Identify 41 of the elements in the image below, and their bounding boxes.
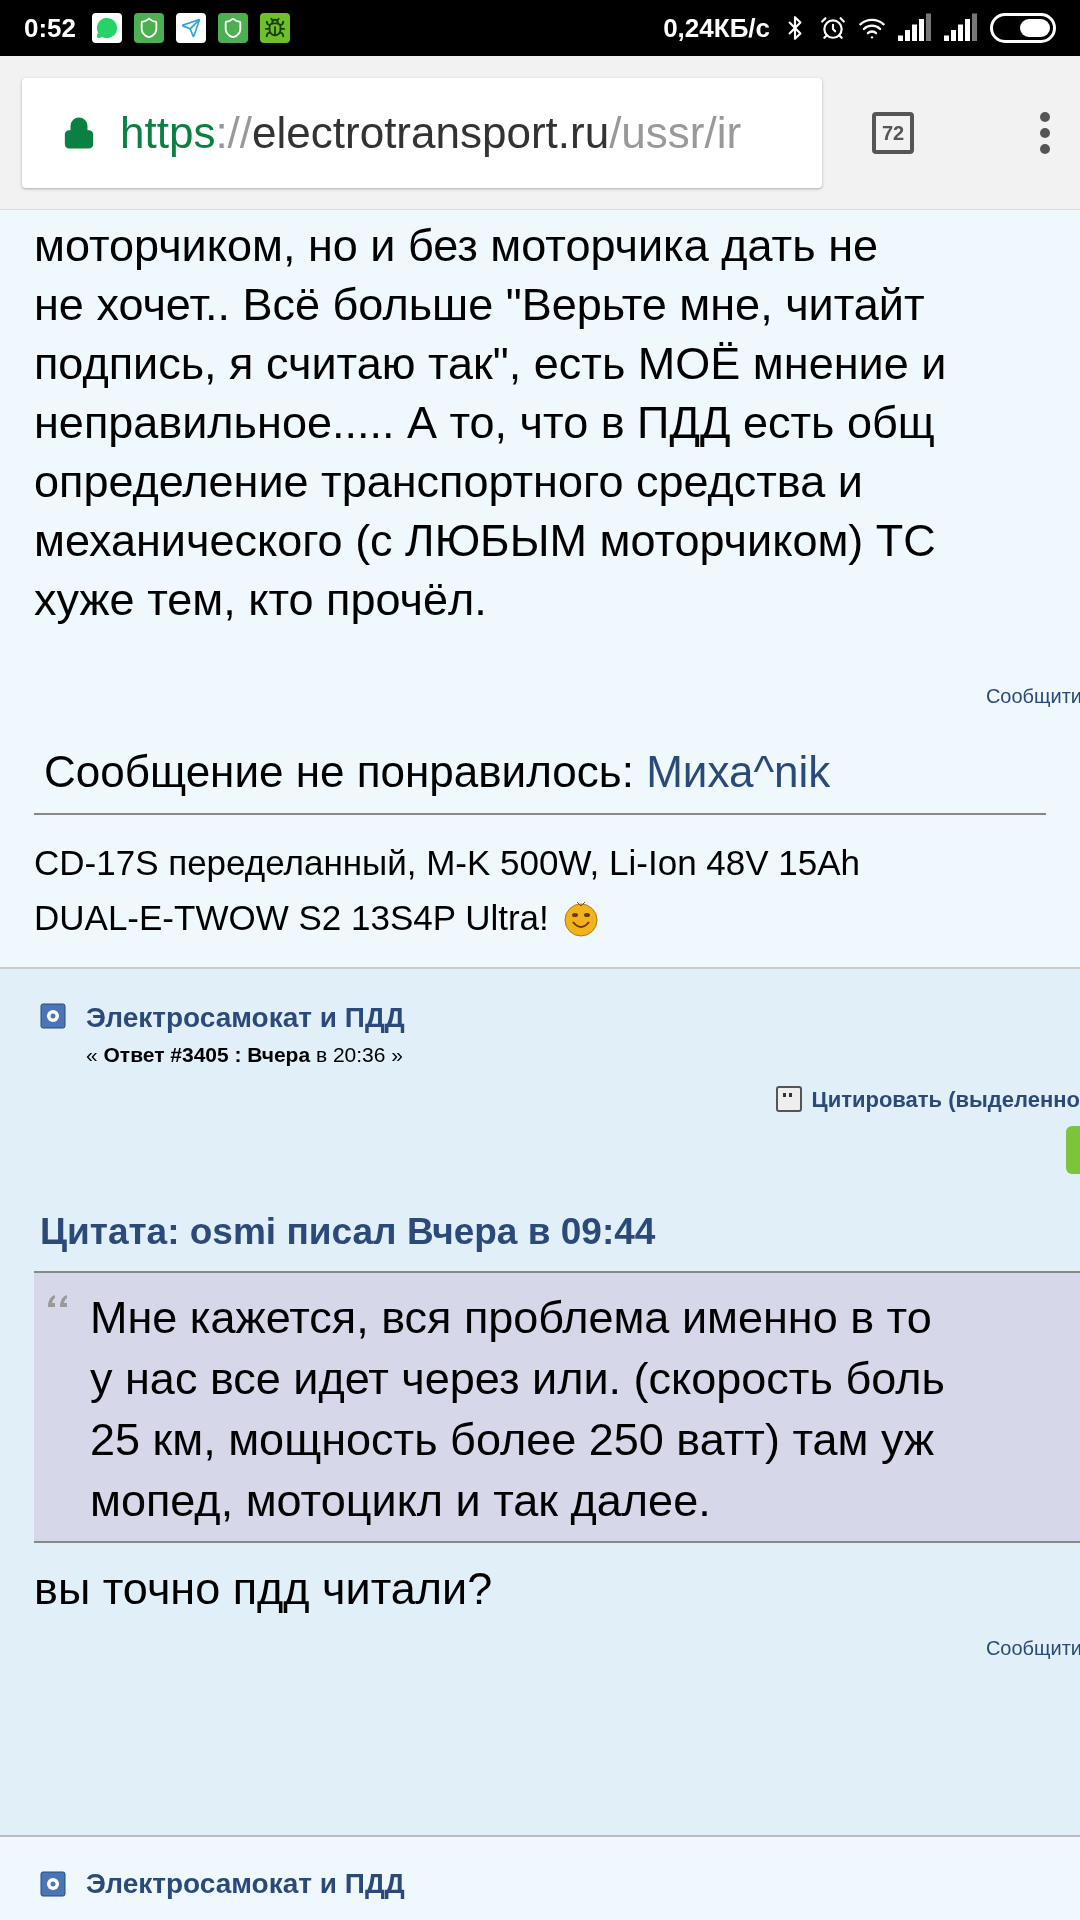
- address-bar[interactable]: https://electrotransport.ru/ussr/ir: [22, 77, 822, 188]
- quote-text-line: мопед, мотоцикл и так далее.: [90, 1474, 712, 1528]
- quote-mark-icon: [46, 1293, 70, 1309]
- chat-app-icon: [92, 13, 123, 43]
- quote-text-line: Мне кажется, вся проблема именно в то: [90, 1291, 933, 1345]
- signal-icon: [944, 13, 978, 43]
- bug-app-icon: [260, 13, 291, 43]
- post-text-line: подпись, я считаю так", есть МОЁ мнение и: [34, 337, 948, 391]
- post-text-line: хуже тем, кто прочёл.: [34, 573, 488, 627]
- post-meta: « Ответ #3405 : Вчера в 20:36 »: [86, 1042, 404, 1068]
- post-title-link[interactable]: Электросамокат и ПДД: [86, 1863, 405, 1905]
- post-text-line: моторчиком, но и без моторчика дать не: [34, 219, 879, 273]
- quote-icon: [775, 1086, 802, 1112]
- dislike-label: Сообщение не понравилось:: [44, 747, 635, 796]
- url-text: https://electrotransport.ru/ussr/ir: [120, 106, 742, 159]
- user-link[interactable]: Миха^nik: [646, 747, 831, 796]
- signature-line: DUAL-E-TWOW S2 13S4P Ultra!: [34, 897, 549, 939]
- quote-header: Цитата: osmi писал Вчера в 09:44: [40, 1209, 657, 1254]
- quote-text-line: у нас все идет через или. (скорость боль: [90, 1352, 945, 1406]
- post-title-link[interactable]: Электросамокат и ПДД: [86, 997, 405, 1039]
- tab-switcher-button[interactable]: 72: [872, 111, 914, 154]
- alarm-icon: [820, 15, 846, 41]
- report-link[interactable]: Сообщити: [985, 1632, 1080, 1663]
- quote-text-line: 25 км, мощность более 250 ватт) там уж: [90, 1413, 936, 1467]
- report-link[interactable]: Сообщити: [985, 681, 1080, 711]
- clock: 0:52: [24, 11, 77, 45]
- post-text-line: определение транспортного средства и: [34, 455, 864, 509]
- signature-line: CD-17S переделанный, M-K 500W, Li-Ion 48V 15Ah: [34, 842, 862, 884]
- lock-icon: [62, 115, 96, 150]
- battery-icon: [990, 13, 1056, 43]
- network-speed: 0,24КБ/с: [663, 11, 770, 45]
- paper-plane-app-icon: [176, 13, 207, 43]
- post-text-line: неправильное..... А то, что в ПДД есть общ: [34, 396, 936, 450]
- post-text: вы точно пдд читали?: [34, 1562, 494, 1616]
- post-text-line: механического (с ЛЮБЫМ моторчиком) ТС: [34, 514, 937, 568]
- shield-app-icon: [218, 13, 249, 43]
- shield-app-icon: [134, 13, 165, 43]
- post-text-line: не хочет.. Всё больше "Верьте мне, читайт: [34, 278, 926, 332]
- signal-icon: [898, 13, 932, 43]
- quote-button[interactable]: Цитировать (выделенно: [773, 1082, 1080, 1116]
- menu-icon[interactable]: [1040, 111, 1050, 154]
